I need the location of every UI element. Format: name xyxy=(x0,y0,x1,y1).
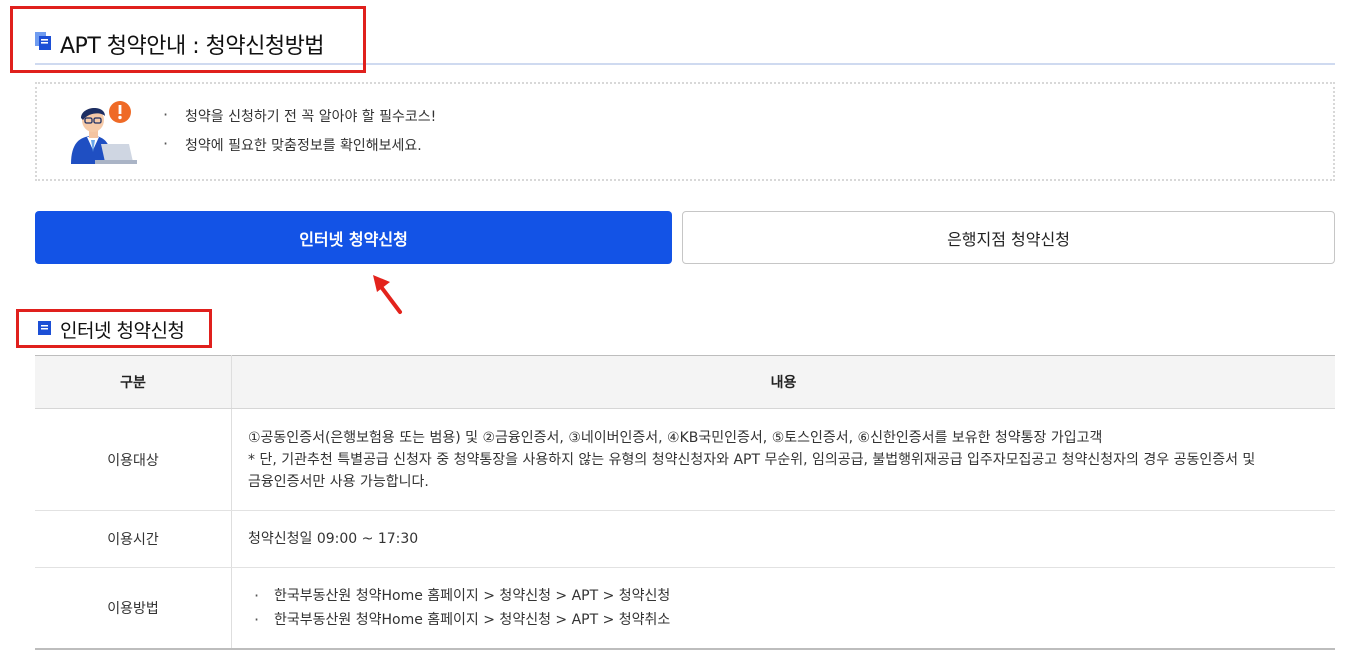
notice-box: 청약을 신청하기 전 꼭 알아야 할 필수코스! 청약에 필요한 맞춤정보를 확… xyxy=(35,82,1335,181)
notice-item: 청약에 필요한 맞춤정보를 확인해보세요. xyxy=(161,134,436,164)
row-content: ①공동인증서(은행보험용 또는 범용) 및 ②금융인증서, ③네이버인증서, ④… xyxy=(231,408,1335,511)
column-header: 내용 xyxy=(231,355,1335,409)
person-alert-illustration xyxy=(71,101,137,164)
list-item: 한국부동산원 청약Home 홈페이지 > 청약신청 > APT > 청약신청 xyxy=(248,584,1319,608)
row-label: 이용대상 xyxy=(35,408,232,511)
row-label: 이용방법 xyxy=(35,567,232,650)
table-header-row: 구분 내용 xyxy=(35,355,1335,409)
bank-branch-apply-button[interactable]: 은행지점 청약신청 xyxy=(682,211,1335,264)
content-line: 금융인증서만 사용 가능합니다. xyxy=(248,473,429,490)
section-highlight-box xyxy=(16,309,212,348)
table-row: 이용시간 청약신청일 09:00 ~ 17:30 xyxy=(35,510,1335,568)
notice-item: 청약을 신청하기 전 꼭 알아야 할 필수코스! xyxy=(161,105,436,135)
list-item: 한국부동산원 청약Home 홈페이지 > 청약신청 > APT > 청약취소 xyxy=(248,608,1319,632)
table-row: 이용방법 한국부동산원 청약Home 홈페이지 > 청약신청 > APT > 청… xyxy=(35,567,1335,650)
row-content: 한국부동산원 청약Home 홈페이지 > 청약신청 > APT > 청약신청 한… xyxy=(231,567,1335,650)
row-content: 청약신청일 09:00 ~ 17:30 xyxy=(231,510,1335,568)
internet-apply-button[interactable]: 인터넷 청약신청 xyxy=(35,211,672,264)
content-line: * 단, 기관추천 특별공급 신청자 중 청약통장을 사용하지 않는 유형의 청… xyxy=(248,451,1256,468)
content-line: ①공동인증서(은행보험용 또는 범용) 및 ②금융인증서, ③네이버인증서, ④… xyxy=(248,429,1103,446)
title-highlight-box xyxy=(10,6,366,73)
usage-method-list: 한국부동산원 청약Home 홈페이지 > 청약신청 > APT > 청약신청 한… xyxy=(248,584,1319,632)
table-row: 이용대상 ①공동인증서(은행보험용 또는 범용) 및 ②금융인증서, ③네이버인… xyxy=(35,408,1335,511)
notice-list: 청약을 신청하기 전 꼭 알아야 할 필수코스! 청약에 필요한 맞춤정보를 확… xyxy=(161,105,436,164)
info-table: 구분 내용 이용대상 ①공동인증서(은행보험용 또는 범용) 및 ②금융인증서,… xyxy=(35,355,1335,650)
red-arrow-annotation xyxy=(373,275,402,314)
row-label: 이용시간 xyxy=(35,510,232,568)
column-header: 구분 xyxy=(35,355,232,409)
